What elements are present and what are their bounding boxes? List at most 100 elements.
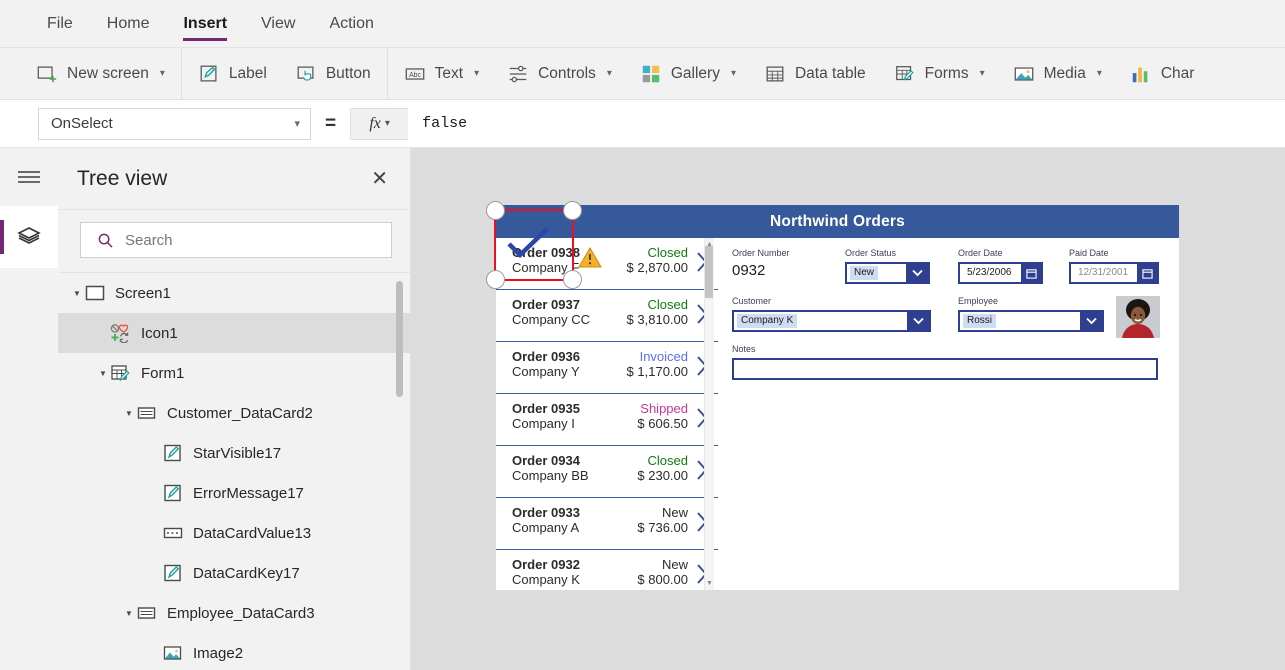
check-icon[interactable] <box>505 226 551 265</box>
hamburger-menu-button[interactable] <box>0 148 58 206</box>
menu-item-file[interactable]: File <box>30 1 90 47</box>
resize-handle-top-right[interactable] <box>563 201 582 220</box>
customer-field[interactable]: Customer Company K <box>732 296 931 332</box>
order-amount: $ 800.00 <box>637 572 688 587</box>
gallery-row[interactable]: Order 0934 Closed Company BB $ 230.00 <box>496 446 718 498</box>
scroll-down-icon[interactable]: ▼ <box>706 580 713 587</box>
calendar-icon[interactable] <box>1137 264 1157 282</box>
tree-item-datacardvalue13[interactable]: DataCardValue13 <box>58 513 410 553</box>
customer-value: Company K <box>737 314 798 328</box>
scroll-up-icon[interactable]: ▲ <box>706 241 713 248</box>
property-select[interactable]: OnSelect ▾ <box>38 107 311 140</box>
gallery-row[interactable]: Order 0933 New Company A $ 736.00 <box>496 498 718 550</box>
orders-gallery[interactable]: Order 0938 Closed Company F $ 2,870.00 Ord… <box>496 238 718 590</box>
chevron-down-icon[interactable] <box>907 312 929 330</box>
notes-input[interactable] <box>732 358 1158 380</box>
tree-item-customer-datacard2[interactable]: ▼ Customer_DataCard2 <box>58 393 410 433</box>
menu-item-home[interactable]: Home <box>90 1 167 47</box>
form-icon <box>111 365 130 382</box>
page-title: Tree view <box>77 166 168 190</box>
customer-dropdown[interactable]: Company K <box>732 310 931 332</box>
order-amount: $ 2,870.00 <box>626 260 688 275</box>
expand-arrow-icon[interactable]: ▼ <box>122 609 136 618</box>
tree-item-employee-datacard3[interactable]: ▼ Employee_DataCard3 <box>58 593 410 633</box>
order-amount: $ 606.50 <box>637 416 688 431</box>
order-date-picker[interactable]: 5/23/2006 <box>958 262 1043 284</box>
tree-item-errormessage17[interactable]: ErrorMessage17 <box>58 473 410 513</box>
gallery-menu-button[interactable]: Gallery ▾ <box>626 48 750 99</box>
tree-item-datacardkey17[interactable]: DataCardKey17 <box>58 553 410 593</box>
chevron-down-icon[interactable]: ▾ <box>607 68 612 79</box>
menu-item-action[interactable]: Action <box>312 1 390 47</box>
chevron-down-icon[interactable]: ▾ <box>294 117 300 130</box>
tree-item-label: DataCardValue13 <box>193 524 312 542</box>
gallery-row[interactable]: Order 0937 Closed Company CC $ 3,810.00 <box>496 290 718 342</box>
tree-item-starvisible17[interactable]: StarVisible17 <box>58 433 410 473</box>
tree-item-image2[interactable]: Image2 <box>58 633 410 670</box>
formula-input[interactable]: false <box>408 107 1285 140</box>
fx-button[interactable]: fx ▾ <box>350 107 409 140</box>
menu-item-insert[interactable]: Insert <box>166 1 244 47</box>
resize-handle-bottom-left[interactable] <box>486 270 505 289</box>
warning-triangle-icon[interactable] <box>578 246 602 273</box>
order-company: Company Y <box>512 364 580 379</box>
media-menu-button[interactable]: Media ▾ <box>999 48 1116 99</box>
calendar-icon[interactable] <box>1021 264 1041 282</box>
order-number: Order 0933 <box>512 505 580 520</box>
order-status-dropdown[interactable]: New <box>845 262 930 284</box>
employee-dropdown[interactable]: Rossi <box>958 310 1104 332</box>
chevron-down-icon[interactable] <box>906 264 928 282</box>
paid-date-field[interactable]: Paid Date 12/31/2001 <box>1069 248 1159 284</box>
expand-arrow-icon[interactable]: ▼ <box>70 289 84 298</box>
chevron-down-icon[interactable]: ▾ <box>731 68 736 79</box>
datacard-icon <box>137 407 156 419</box>
expand-arrow-icon[interactable]: ▼ <box>122 409 136 418</box>
gallery-scrollbar-thumb[interactable] <box>705 246 713 298</box>
datacard-icon <box>137 607 156 619</box>
tree-item-screen1[interactable]: ▼ Screen1 <box>58 273 410 313</box>
label-label: Label <box>228 64 267 82</box>
order-number-value: 0932 <box>732 262 766 279</box>
search-input[interactable]: Search <box>80 222 392 258</box>
order-number: Order 0932 <box>512 557 580 572</box>
tree-scrollbar-thumb[interactable] <box>396 281 403 397</box>
tree-item-icon1[interactable]: Icon1 <box>58 313 410 353</box>
order-status-field[interactable]: Order Status New <box>845 248 930 284</box>
button-button[interactable]: Button <box>281 48 385 99</box>
gallery-row[interactable]: Order 0936 Invoiced Company Y $ 1,170.00 <box>496 342 718 394</box>
gallery-row[interactable]: Order 0935 Shipped Company I $ 606.50 <box>496 394 718 446</box>
chevron-down-icon[interactable]: ▾ <box>474 68 479 79</box>
resize-handle-top-left[interactable] <box>486 201 505 220</box>
resize-handle-bottom-right[interactable] <box>563 270 582 289</box>
ribbon-divider <box>180 48 182 99</box>
text-menu-button[interactable]: Abc Text ▾ <box>390 48 493 99</box>
ribbon-divider <box>386 48 388 99</box>
new-screen-button[interactable]: New screen ▾ <box>22 48 179 99</box>
close-icon[interactable]: ✕ <box>371 169 388 189</box>
gallery-row[interactable]: Order 0932 New Company K $ 800.00 <box>496 550 718 590</box>
order-date-field[interactable]: Order Date 5/23/2006 <box>958 248 1043 284</box>
order-company: Company A <box>512 520 580 535</box>
data-table-button[interactable]: Data table <box>750 48 880 99</box>
forms-menu-button[interactable]: Forms ▾ <box>880 48 999 99</box>
expand-arrow-icon[interactable]: ▼ <box>96 369 110 378</box>
chevron-down-icon[interactable] <box>1080 312 1102 330</box>
chevron-down-icon[interactable]: ▾ <box>385 118 390 129</box>
chevron-down-icon[interactable]: ▾ <box>160 68 165 79</box>
order-date-label: Order Date <box>958 248 1003 258</box>
menu-item-view[interactable]: View <box>244 1 312 47</box>
controls-menu-button[interactable]: Controls ▾ <box>493 48 626 99</box>
tree-item-form1[interactable]: ▼ Form1 <box>58 353 410 393</box>
employee-field[interactable]: Employee Rossi <box>958 296 1104 332</box>
order-status: Closed <box>647 297 688 312</box>
active-indicator <box>0 220 4 254</box>
app-canvas[interactable]: Northwind Orders Order 0938 Closed Compan… <box>411 148 1285 670</box>
chart-menu-button[interactable]: Char <box>1116 48 1209 99</box>
paid-date-picker[interactable]: 12/31/2001 <box>1069 262 1159 284</box>
order-detail-form[interactable]: Order Number 0932 Order Status New Order… <box>724 238 1179 590</box>
tree-view-rail-button[interactable] <box>0 206 58 268</box>
chevron-down-icon[interactable]: ▾ <box>1097 68 1102 79</box>
notes-field[interactable]: Notes <box>732 344 1158 380</box>
label-button[interactable]: Label <box>184 48 281 99</box>
chevron-down-icon[interactable]: ▾ <box>980 68 985 79</box>
